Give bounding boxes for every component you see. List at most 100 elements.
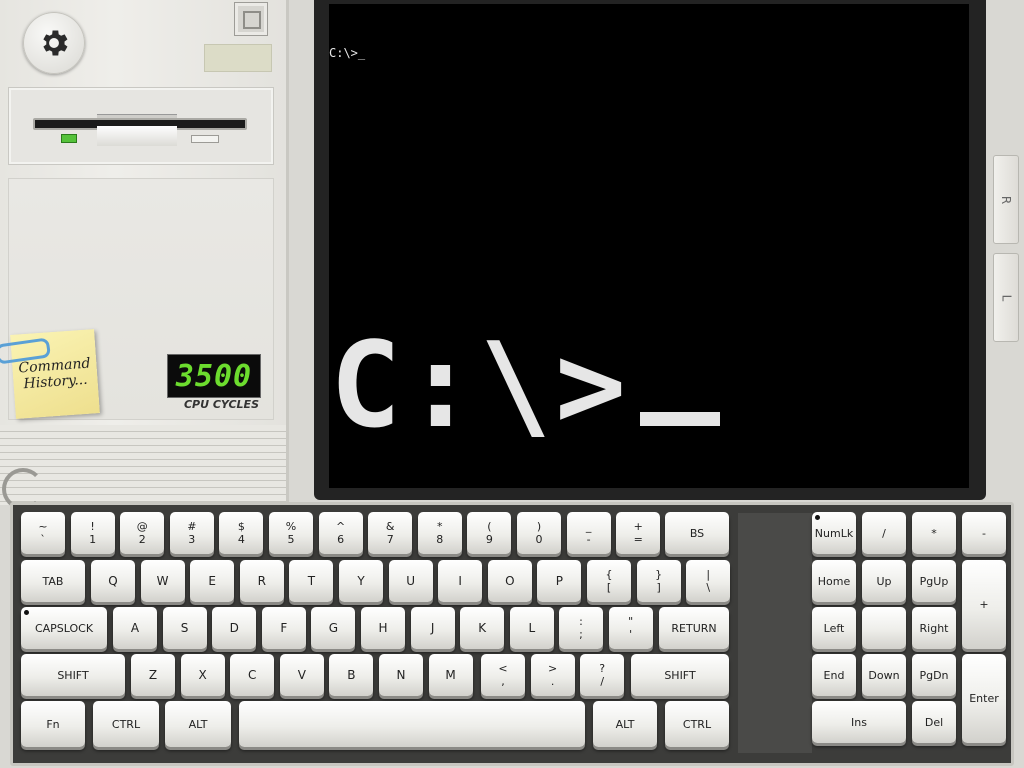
key-ctrl-right[interactable]: CTRL: [665, 701, 729, 747]
key-down[interactable]: Down: [862, 654, 906, 696]
key-m[interactable]: M: [428, 654, 473, 696]
key-8[interactable]: * 8: [417, 512, 462, 554]
key-label: L: [528, 620, 536, 635]
key-label: M: [445, 667, 456, 682]
key-x[interactable]: X: [180, 654, 225, 696]
key-del[interactable]: Del: [912, 701, 956, 743]
key-\[interactable]: | \: [686, 560, 731, 602]
key-home[interactable]: Home: [812, 560, 856, 602]
key-slash[interactable]: ? /: [580, 654, 625, 696]
key-label: ": [628, 615, 634, 628]
key-quote[interactable]: " ': [608, 607, 653, 649]
key-label: ,: [501, 675, 505, 688]
key-v[interactable]: V: [279, 654, 324, 696]
key-enter[interactable]: Enter: [962, 654, 1006, 743]
key-=[interactable]: + =: [616, 512, 661, 554]
key-label: >: [547, 662, 558, 675]
key-6[interactable]: ^ 6: [318, 512, 363, 554]
left-mouse-button[interactable]: L: [993, 253, 1019, 342]
key-capslock[interactable]: CAPSLOCK: [21, 607, 107, 649]
key-label: Del: [924, 715, 944, 729]
key-label: 4: [237, 533, 245, 546]
key-p[interactable]: P: [537, 560, 582, 602]
key-e[interactable]: E: [190, 560, 235, 602]
key-label: {: [605, 568, 613, 581]
key-4[interactable]: $4: [219, 512, 264, 554]
key-semicolon[interactable]: :;: [559, 607, 603, 649]
key-ins[interactable]: Ins: [812, 701, 906, 743]
key-7[interactable]: & 7: [368, 512, 413, 554]
key-z[interactable]: Z: [131, 654, 175, 696]
key-[[interactable]: {[: [587, 560, 631, 602]
key-fn[interactable]: Fn: [21, 701, 85, 747]
key-n[interactable]: N: [379, 654, 423, 696]
key-d[interactable]: D: [212, 607, 257, 649]
key-alt-left[interactable]: ALT: [165, 701, 231, 747]
key-tab[interactable]: TAB: [21, 560, 85, 602]
key-q[interactable]: Q: [91, 560, 135, 602]
key-s[interactable]: S: [162, 607, 207, 649]
key-0[interactable]: ) 0: [517, 512, 561, 554]
key-shift-right[interactable]: SHIFT: [631, 654, 729, 696]
key-u[interactable]: U: [388, 560, 433, 602]
key-up[interactable]: Up: [862, 560, 906, 602]
key-3[interactable]: #3: [169, 512, 214, 554]
key-backspace[interactable]: BS: [665, 512, 729, 554]
key-numpad-minus[interactable]: -: [962, 512, 1006, 554]
key-t[interactable]: T: [289, 560, 334, 602]
key-shift-left[interactable]: SHIFT: [21, 654, 125, 696]
key-pgdn[interactable]: PgDn: [912, 654, 956, 696]
indicator-dot: [815, 515, 820, 520]
key-period[interactable]: >.: [530, 654, 575, 696]
key-w[interactable]: W: [140, 560, 185, 602]
key-left[interactable]: Left: [812, 607, 856, 649]
key-2[interactable]: @2: [120, 512, 165, 554]
key-label: W: [156, 573, 169, 588]
key-o[interactable]: O: [487, 560, 532, 602]
key-pgup[interactable]: PgUp: [912, 560, 956, 602]
floppy-led: [61, 134, 77, 143]
floppy-eject-button[interactable]: [191, 135, 219, 143]
key-right[interactable]: Right: [912, 607, 956, 649]
key-][interactable]: }]: [636, 560, 681, 602]
key-label: B: [347, 667, 356, 682]
settings-button[interactable]: [23, 12, 85, 74]
key-r[interactable]: R: [239, 560, 284, 602]
key-a[interactable]: A: [113, 607, 157, 649]
key-b[interactable]: B: [329, 654, 374, 696]
key-h[interactable]: H: [361, 607, 405, 649]
key-label: End: [823, 668, 845, 682]
key--[interactable]: _ -: [566, 512, 611, 554]
zoomed-prompt: C:\>: [330, 326, 721, 444]
key-numlock[interactable]: NumLk: [812, 512, 856, 554]
key-j[interactable]: J: [410, 607, 455, 649]
key-y[interactable]: Y: [339, 560, 383, 602]
key-i[interactable]: I: [438, 560, 483, 602]
key-c[interactable]: C: [230, 654, 275, 696]
cpu-cycles-display[interactable]: 3500: [167, 354, 261, 398]
power-button[interactable]: [234, 2, 268, 36]
right-mouse-button[interactable]: R: [993, 155, 1019, 244]
key-label: ': [629, 628, 633, 641]
key-numpad-plus[interactable]: +: [962, 560, 1006, 649]
key-return[interactable]: RETURN: [659, 607, 729, 649]
key-k[interactable]: K: [460, 607, 505, 649]
key-5[interactable]: % 5: [269, 512, 313, 554]
key-`[interactable]: ~ `: [21, 512, 65, 554]
key-f[interactable]: F: [261, 607, 306, 649]
key-label: %: [285, 520, 297, 533]
key-ctrl-left[interactable]: CTRL: [93, 701, 159, 747]
key-numpad-center[interactable]: [862, 607, 906, 649]
key-end[interactable]: End: [812, 654, 856, 696]
key-alt-right[interactable]: ALT: [593, 701, 657, 747]
key-numpad-star[interactable]: *: [912, 512, 956, 554]
key-l[interactable]: L: [509, 607, 554, 649]
key-1[interactable]: ! 1: [70, 512, 115, 554]
key-numpad-slash[interactable]: /: [862, 512, 906, 554]
key-label: SHIFT: [57, 668, 89, 682]
key-comma[interactable]: <,: [481, 654, 525, 696]
key-9[interactable]: (9: [467, 512, 512, 554]
key-space[interactable]: [239, 701, 585, 747]
key-g[interactable]: G: [311, 607, 356, 649]
floppy-drive[interactable]: [8, 87, 274, 165]
